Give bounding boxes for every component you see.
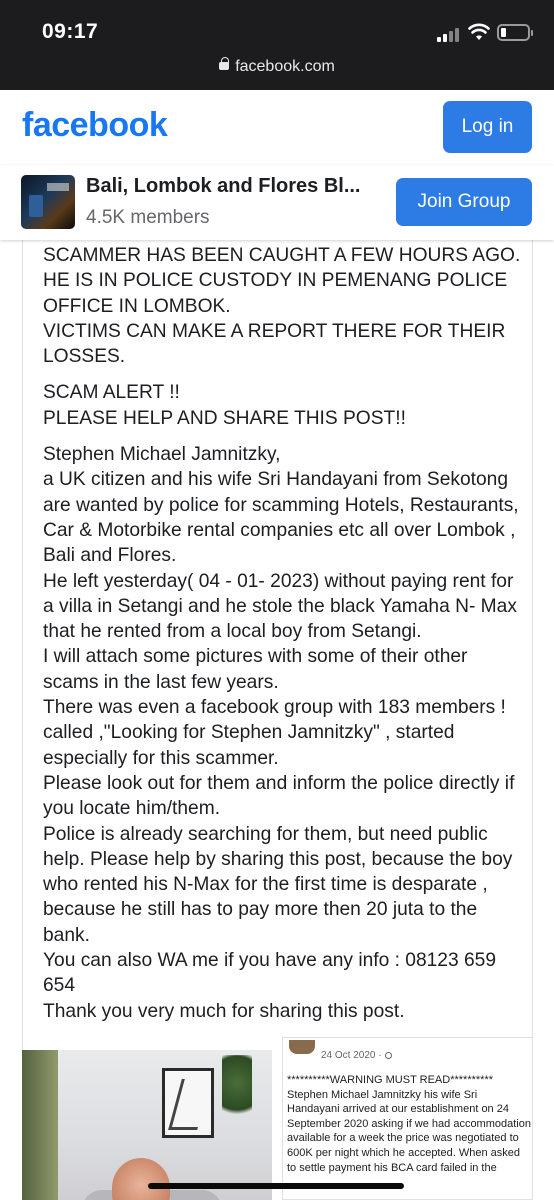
home-indicator[interactable] (148, 1183, 404, 1189)
address-bar[interactable]: facebook.com (0, 57, 554, 76)
post-card: SCAMMER HAS BEEN CAUGHT A FEW HOURS AGO.… (22, 240, 533, 1054)
lock-icon (219, 57, 230, 70)
post-paragraph: SCAMMER HAS BEEN CAUGHT A FEW HOURS AGO.… (43, 245, 521, 368)
group-name[interactable]: Bali, Lombok and Flores Bl... (86, 175, 360, 198)
screenshot-date: 24 Oct 2020 · (321, 1050, 392, 1061)
url-text: facebook.com (235, 58, 335, 75)
facebook-logo[interactable]: facebook (22, 106, 168, 145)
avatar (289, 1040, 315, 1054)
login-button[interactable]: Log in (443, 101, 532, 153)
wifi-icon (468, 23, 490, 40)
post-text: SCAMMER HAS BEEN CAUGHT A FEW HOURS AGO.… (43, 243, 523, 1024)
post-paragraph: SCAM ALERT !! PLEASE HELP AND SHARE THIS… (43, 382, 406, 429)
group-header: Bali, Lombok and Flores Bl... 4.5K membe… (0, 165, 554, 240)
group-member-count: 4.5K members (86, 207, 210, 228)
screenshot-post-text: **********WARNING MUST READ********** St… (287, 1074, 531, 1174)
post-paragraph: Stephen Michael Jamnitzky, a UK citizen … (43, 444, 519, 1022)
cellular-signal-icon (437, 28, 461, 42)
status-time: 09:17 (42, 20, 99, 43)
group-cover-thumbnail[interactable] (21, 175, 75, 229)
site-header: facebook Log in (0, 90, 554, 165)
status-bar: 09:17 facebook.com (0, 0, 554, 90)
battery-icon (497, 24, 533, 41)
join-group-button[interactable]: Join Group (396, 178, 532, 226)
attached-screenshot-warning[interactable]: 24 Oct 2020 · **********WARNING MUST REA… (282, 1037, 533, 1200)
globe-icon (384, 1051, 392, 1059)
attached-photo-man[interactable] (22, 1050, 272, 1200)
